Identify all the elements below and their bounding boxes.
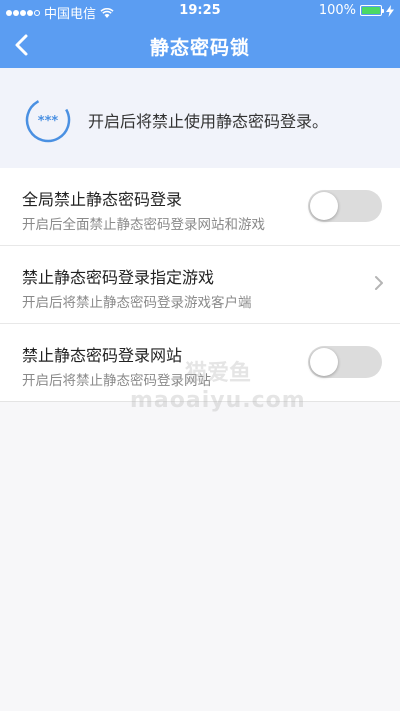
status-bar: 中国电信 19:25 100% — [0, 0, 400, 22]
setting-title: 禁止静态密码登录网站 — [22, 346, 183, 365]
setting-subtitle: 开启后将禁止静态密码登录网站 — [22, 373, 211, 389]
charging-icon — [386, 4, 394, 17]
setting-global-ban[interactable]: 全局禁止静态密码登录 开启后全面禁止静态密码登录网站和游戏 — [0, 168, 400, 246]
status-right: 100% — [319, 3, 394, 18]
password-mask-text: *** — [38, 114, 59, 129]
global-ban-toggle[interactable] — [308, 190, 382, 222]
setting-subtitle: 开启后全面禁止静态密码登录网站和游戏 — [22, 217, 265, 233]
setting-title: 禁止静态密码登录指定游戏 — [22, 268, 215, 287]
password-lock-icon: *** — [25, 97, 71, 143]
setting-subtitle: 开启后将禁止静态密码登录游戏客户端 — [22, 295, 252, 311]
watermark-cn: 猫爱鱼 — [185, 361, 252, 386]
battery-percent: 100% — [318, 3, 356, 18]
battery-icon — [360, 5, 384, 16]
setting-title: 全局禁止静态密码登录 — [22, 190, 183, 209]
page-title: 静态密码锁 — [149, 37, 250, 59]
chevron-right-icon[interactable] — [374, 275, 384, 291]
setting-game-ban[interactable]: 禁止静态密码登录指定游戏 开启后将禁止静态密码登录游戏客户端 — [0, 246, 400, 324]
website-ban-toggle[interactable] — [308, 346, 382, 378]
info-panel: *** 开启后将禁止使用静态密码登录。 — [0, 68, 400, 168]
toggle-knob — [310, 348, 338, 376]
watermark-en: maoaiyu.com — [130, 388, 306, 413]
nav-bar: 静态密码锁 — [0, 22, 400, 68]
info-text: 开启后将禁止使用静态密码登录。 — [88, 112, 329, 131]
toggle-knob — [310, 192, 338, 220]
